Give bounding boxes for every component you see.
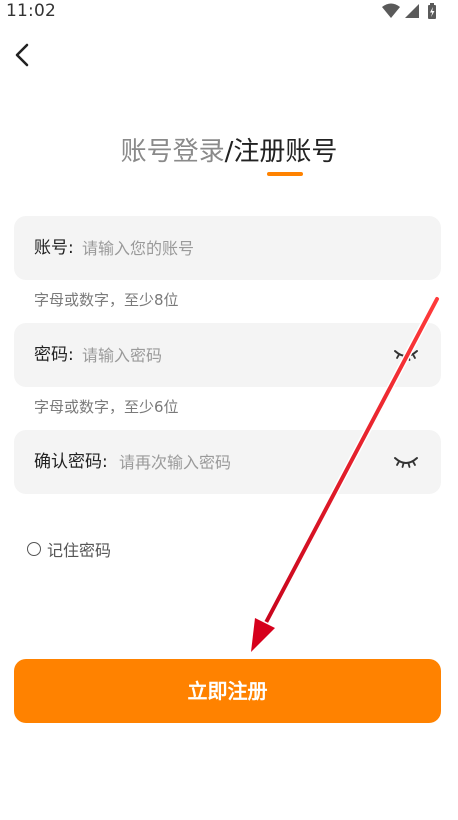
signal-icon xyxy=(405,4,419,18)
confirm-password-input[interactable] xyxy=(119,446,379,478)
password-label: 密码: xyxy=(34,345,74,365)
eye-closed-icon xyxy=(394,457,418,468)
confirm-password-field[interactable]: 确认密码: xyxy=(14,430,441,494)
status-icons xyxy=(380,2,444,20)
active-tab-indicator xyxy=(267,172,303,176)
account-label: 账号: xyxy=(34,238,74,258)
back-button[interactable] xyxy=(8,40,38,70)
password-input[interactable] xyxy=(82,339,382,371)
tab-account-login[interactable]: 账号登录 xyxy=(121,137,225,167)
status-bar: 11:02 xyxy=(0,0,458,24)
status-time: 11:02 xyxy=(6,1,56,21)
battery-charging-icon xyxy=(428,3,436,19)
confirm-password-label: 确认密码: xyxy=(34,452,108,472)
password-hint: 字母或数字，至少6位 xyxy=(34,398,179,416)
tab-register-account[interactable]: 注册账号 xyxy=(233,137,337,167)
password-visibility-toggle[interactable] xyxy=(393,345,419,365)
confirm-password-visibility-toggle[interactable] xyxy=(393,452,419,472)
chevron-left-icon xyxy=(15,43,29,67)
account-hint: 字母或数字，至少8位 xyxy=(34,291,179,309)
password-field[interactable]: 密码: xyxy=(14,323,441,387)
wifi-icon xyxy=(382,3,400,18)
account-field[interactable]: 账号: xyxy=(14,216,441,280)
remember-password-option[interactable]: 记住密码 xyxy=(27,538,111,560)
account-input[interactable] xyxy=(82,232,412,264)
remember-password-label: 记住密码 xyxy=(47,541,112,560)
eye-closed-icon xyxy=(394,350,418,361)
remember-password-radio[interactable] xyxy=(27,542,41,556)
register-button[interactable]: 立即注册 xyxy=(14,659,441,723)
title-tabs: 账号登录/注册账号 xyxy=(0,134,458,170)
